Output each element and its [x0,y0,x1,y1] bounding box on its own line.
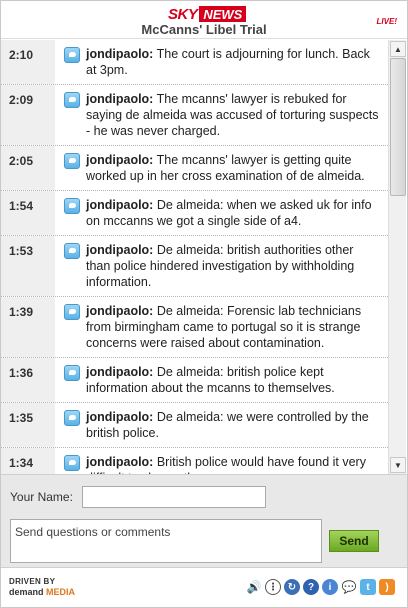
list-item: 1:39 jondipaolo: De almeida: Forensic la… [1,297,388,358]
logo-news-text: NEWS [199,6,247,22]
feed-scrollbar[interactable]: ▲ ▼ [388,40,406,474]
live-badge: LIVE! [376,17,397,26]
twitter-icon [64,153,80,169]
item-content: jondipaolo: The mcanns' lawyer is rebuke… [55,85,388,145]
item-time: 1:39 [1,297,55,357]
twitter-icon [64,410,80,426]
item-time: 2:09 [1,85,55,145]
item-text: jondipaolo: De almeida: british police k… [86,364,380,396]
send-button[interactable]: Send [329,530,379,552]
twitter-icon[interactable]: t [360,579,376,595]
item-content: jondipaolo: De almeida: Forensic lab tec… [55,297,388,357]
chevron-down-icon: ▼ [394,460,402,470]
item-time: 1:54 [1,191,55,235]
comment-field[interactable]: Send questions or comments [10,519,322,563]
item-user: jondipaolo: [86,243,154,257]
item-text: jondipaolo: De almeida: british authorit… [86,242,380,290]
chevron-up-icon: ▲ [394,44,402,54]
item-user: jondipaolo: [86,47,154,61]
twitter-icon [64,455,80,471]
item-user: jondipaolo: [86,455,154,469]
twitter-icon [64,47,80,63]
item-user: jondipaolo: [86,198,154,212]
item-user: jondipaolo: [86,153,154,167]
feed-list[interactable]: 2:10 jondipaolo: The court is adjourning… [1,40,388,474]
list-item: 2:09 jondipaolo: The mcanns' lawyer is r… [1,85,388,146]
list-item: 2:10 jondipaolo: The court is adjourning… [1,40,388,85]
item-time: 2:10 [1,40,55,84]
list-item: 2:05 jondipaolo: The mcanns' lawyer is g… [1,146,388,191]
list-item: 1:36 jondipaolo: De almeida: british pol… [1,358,388,403]
name-field[interactable] [82,486,266,508]
twitter-icon [64,243,80,259]
item-time: 2:05 [1,146,55,190]
live-blog-widget: SKY NEWS McCanns' Libel Trial LIVE! 2:10… [0,0,408,608]
brand-text: demand MEDIA [9,587,75,597]
scroll-down-button[interactable]: ▼ [390,457,406,473]
comment-form: Your Name: Send questions or comments Se… [1,474,407,567]
demand-media-logo: DRIVEN BY demand MEDIA [9,577,75,597]
brand-media: MEDIA [46,587,76,597]
item-text: jondipaolo: British police would have fo… [86,454,380,474]
name-label: Your Name: [10,490,73,504]
item-text: jondipaolo: De almeida: when we asked uk… [86,197,380,229]
options-icon[interactable]: ⋮ [265,579,281,595]
page-title: McCanns' Libel Trial [141,22,267,37]
footer-toolbar: 🔊 ⋮ ↻ ? i 💬 t ) [246,579,395,595]
item-time: 1:35 [1,403,55,447]
item-content: jondipaolo: De almeida: when we asked uk… [55,191,388,235]
item-text: jondipaolo: The mcanns' lawyer is rebuke… [86,91,380,139]
item-content: jondipaolo: The court is adjourning for … [55,40,388,84]
refresh-icon[interactable]: ↻ [284,579,300,595]
list-item: 1:54 jondipaolo: De almeida: when we ask… [1,191,388,236]
item-content: jondipaolo: British police would have fo… [55,448,388,474]
twitter-icon [64,304,80,320]
footer: DRIVEN BY demand MEDIA 🔊 ⋮ ↻ ? i 💬 t ) [1,567,407,607]
item-text: jondipaolo: The court is adjourning for … [86,46,380,78]
chat-icon[interactable]: 💬 [341,579,357,595]
header: SKY NEWS McCanns' Libel Trial LIVE! [1,1,407,39]
list-item: 1:34 jondipaolo: British police would ha… [1,448,388,474]
sky-news-logo: SKY NEWS [168,5,247,23]
item-user: jondipaolo: [86,410,154,424]
item-content: jondipaolo: The mcanns' lawyer is gettin… [55,146,388,190]
twitter-icon [64,365,80,381]
help-icon[interactable]: ? [303,579,319,595]
item-user: jondipaolo: [86,304,154,318]
speaker-icon[interactable]: 🔊 [246,579,262,595]
scrollbar-thumb[interactable] [390,58,406,196]
item-content: jondipaolo: De almeida: british police k… [55,358,388,402]
scroll-up-button[interactable]: ▲ [390,41,406,57]
rss-icon[interactable]: ) [379,579,395,595]
brand-demand: demand [9,587,44,597]
item-text: jondipaolo: De almeida: we were controll… [86,409,380,441]
item-user: jondipaolo: [86,365,154,379]
driven-by-text: DRIVEN BY [9,577,56,586]
twitter-icon [64,198,80,214]
list-item: 1:35 jondipaolo: De almeida: we were con… [1,403,388,448]
list-item: 1:53 jondipaolo: De almeida: british aut… [1,236,388,297]
logo-sky-text: SKY [168,5,198,23]
twitter-icon [64,92,80,108]
item-text: jondipaolo: De almeida: Forensic lab tec… [86,303,380,351]
item-content: jondipaolo: De almeida: british authorit… [55,236,388,296]
item-time: 1:53 [1,236,55,296]
item-time: 1:34 [1,448,55,474]
info-icon[interactable]: i [322,579,338,595]
item-time: 1:36 [1,358,55,402]
item-user: jondipaolo: [86,92,154,106]
item-text: jondipaolo: The mcanns' lawyer is gettin… [86,152,380,184]
item-content: jondipaolo: De almeida: we were controll… [55,403,388,447]
